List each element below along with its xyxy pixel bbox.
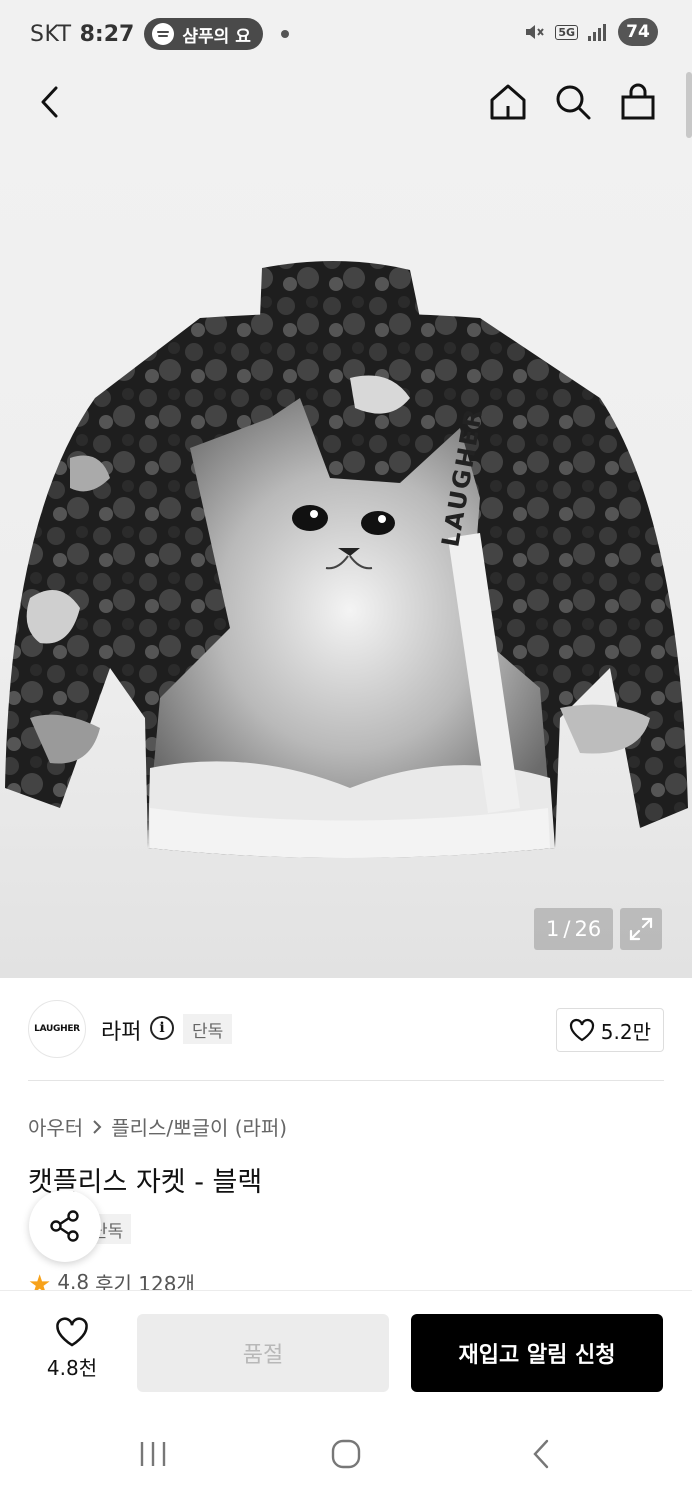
breadcrumb-item[interactable]: 플리스/뽀글이 (라퍼) bbox=[111, 1112, 287, 1141]
breadcrumb: 아우터 플리스/뽀글이 (라퍼) bbox=[28, 1112, 287, 1141]
network-badge: 5G bbox=[555, 24, 578, 40]
clock: 8:27 bbox=[79, 21, 135, 47]
system-navigation-bar bbox=[0, 1410, 692, 1500]
exclusive-badge: 단독 bbox=[183, 1014, 233, 1044]
divider bbox=[28, 1080, 664, 1081]
spotify-icon bbox=[152, 23, 175, 45]
wishlist-button[interactable]: 4.8천 bbox=[36, 1317, 108, 1381]
carrier-label: SKT bbox=[30, 21, 72, 47]
back-chevron-icon bbox=[533, 1439, 549, 1469]
back-system-button[interactable] bbox=[516, 1432, 566, 1476]
wishlist-count: 4.8천 bbox=[46, 1356, 98, 1380]
status-bar: SKT 8:27 샴푸의 요 5G 74 bbox=[0, 0, 692, 66]
battery-indicator: 74 bbox=[618, 18, 658, 46]
sold-out-button[interactable]: 품절 bbox=[137, 1314, 389, 1392]
signal-icon bbox=[588, 23, 608, 41]
rating-value: 4.8 bbox=[57, 1272, 90, 1292]
star-icon: ★ bbox=[28, 1272, 52, 1292]
brand-logo[interactable]: LAUGHER bbox=[28, 1000, 86, 1058]
brand-like-button[interactable]: 5.2만 bbox=[555, 1008, 664, 1052]
bottom-action-bar: 4.8천 품절 재입고 알림 신청 bbox=[0, 1290, 692, 1410]
chevron-right-icon bbox=[93, 1119, 102, 1134]
brand-like-count: 5.2만 bbox=[600, 1019, 651, 1044]
current-page: 1 bbox=[546, 917, 560, 941]
media-title: 샴푸의 요 bbox=[182, 26, 251, 47]
expand-icon bbox=[629, 917, 653, 941]
product-page: SKT 8:27 샴푸의 요 5G 74 LAUGHER 1 / 26 LAUG… bbox=[0, 0, 692, 1500]
top-navigation bbox=[0, 66, 692, 138]
recent-apps-icon bbox=[140, 1442, 166, 1466]
heart-icon bbox=[569, 1018, 594, 1042]
brand-name[interactable]: 라퍼 bbox=[101, 1014, 141, 1046]
bag-icon bbox=[621, 83, 655, 120]
home-icon bbox=[490, 84, 526, 120]
brand-row: LAUGHER 라퍼 i 단독 5.2만 bbox=[28, 1000, 664, 1060]
home-system-button[interactable] bbox=[321, 1432, 371, 1476]
product-image: LAUGHER bbox=[5, 260, 688, 858]
product-image-gallery[interactable]: LAUGHER 1 / 26 bbox=[0, 138, 692, 978]
notification-dot-icon bbox=[280, 30, 289, 38]
expand-image-button[interactable] bbox=[620, 908, 662, 950]
back-icon bbox=[41, 86, 58, 118]
home-circle-icon bbox=[331, 1439, 361, 1469]
info-icon[interactable]: i bbox=[150, 1016, 174, 1040]
cart-button[interactable] bbox=[616, 80, 660, 124]
image-page-counter: 1 / 26 bbox=[534, 908, 614, 950]
breadcrumb-item[interactable]: 아우터 bbox=[28, 1112, 83, 1141]
page-separator: / bbox=[563, 917, 571, 941]
review-count: 후기 128개 bbox=[95, 1272, 195, 1292]
restock-alert-button[interactable]: 재입고 알림 신청 bbox=[411, 1314, 663, 1392]
back-button[interactable] bbox=[28, 80, 72, 124]
mute-icon bbox=[526, 25, 545, 39]
recent-apps-button[interactable] bbox=[128, 1432, 178, 1476]
brand-logo-text: LAUGHER bbox=[34, 1024, 80, 1034]
heart-icon bbox=[56, 1317, 88, 1347]
total-pages: 26 bbox=[574, 917, 602, 941]
share-icon bbox=[50, 1210, 79, 1242]
share-button[interactable] bbox=[29, 1190, 101, 1262]
search-icon bbox=[556, 85, 591, 120]
status-left: SKT 8:27 샴푸의 요 bbox=[30, 18, 289, 50]
search-button[interactable] bbox=[551, 80, 595, 124]
scrollbar-thumb[interactable] bbox=[686, 72, 692, 138]
media-notification-pill[interactable]: 샴푸의 요 bbox=[144, 18, 263, 50]
home-button[interactable] bbox=[486, 80, 530, 124]
rating-row[interactable]: ★ 4.8 후기 128개 bbox=[28, 1272, 195, 1292]
status-right: 5G 74 bbox=[523, 18, 658, 46]
